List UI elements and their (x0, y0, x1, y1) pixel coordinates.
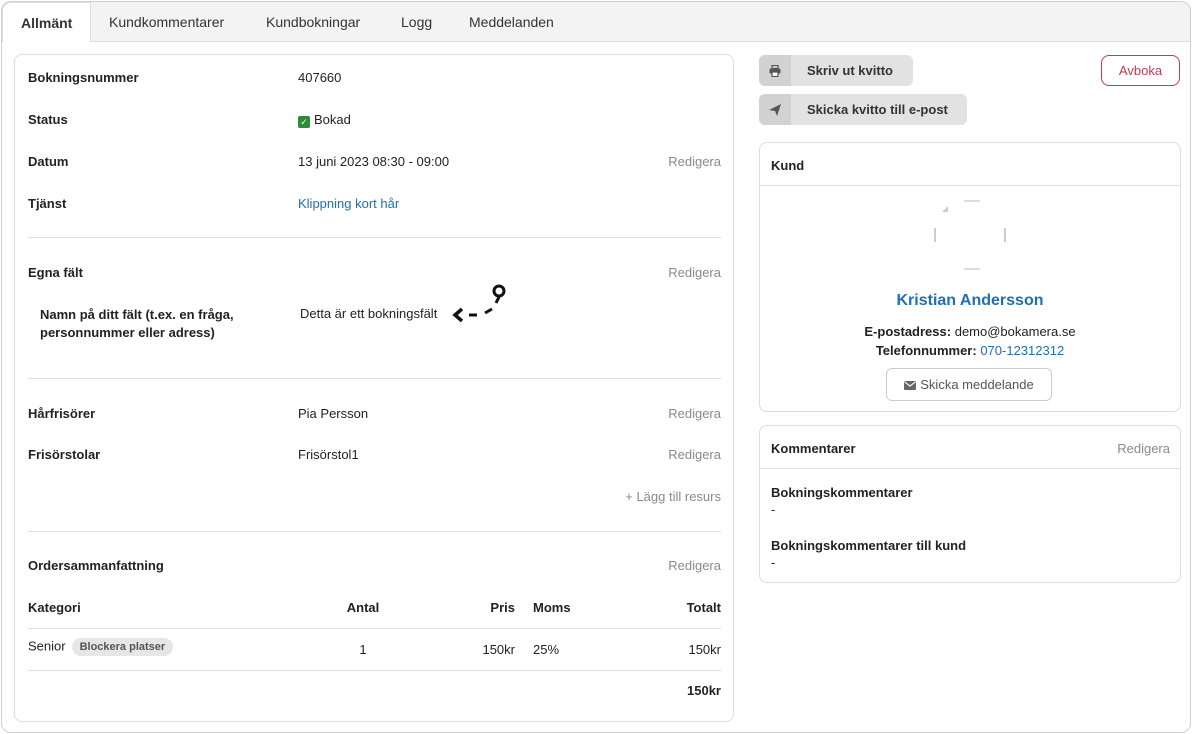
send-message-label: Skicka meddelande (920, 377, 1034, 392)
block-seats-badge: Blockera platser (71, 638, 174, 656)
order-summary-title: Ordersammanfattning (28, 558, 164, 573)
order-row-vat: 25% (533, 642, 560, 657)
email-label: E-postadress: (864, 324, 952, 339)
booking-details-card: Bokningsnummer 407660 Status ✓ Bokad Datu… (14, 54, 734, 722)
tab-bar: Allmänt Kundkommentarer Kundbokningar Lo… (2, 2, 1190, 43)
order-category-text: Senior (28, 638, 66, 654)
phone-label: Telefonnummer: (875, 343, 977, 358)
tab-messages[interactable]: Meddelanden (451, 2, 572, 42)
email-receipt-label: Skicka kvitto till e-post (807, 102, 948, 117)
comments-card-header: Kommentarer Redigera (760, 426, 1180, 469)
send-message-button[interactable]: Skicka meddelande (886, 368, 1052, 401)
edit-chair-link[interactable]: Redigera (621, 447, 721, 462)
service-link[interactable]: Klippning kort hår (298, 196, 399, 211)
divider (28, 378, 721, 379)
print-receipt-label: Skriv ut kvitto (807, 63, 893, 78)
booking-comments-label: Bokningskommentarer (771, 485, 913, 500)
order-grand-total: 150kr (687, 683, 721, 698)
tab-customer-bookings[interactable]: Kundbokningar (248, 2, 378, 42)
customer-card-title: Kund (771, 158, 805, 173)
service-label: Tjänst (28, 196, 67, 211)
comments-title: Kommentarer (771, 441, 856, 456)
email-receipt-button[interactable]: Skicka kvitto till e-post (759, 94, 967, 125)
booking-number-value: 407660 (298, 70, 342, 85)
status-text: Bokad (314, 112, 351, 127)
date-label: Datum (28, 154, 69, 169)
customer-phone-row: Telefonnummer: 070-12312312 (760, 343, 1180, 358)
add-resource-link[interactable]: + Lägg till resurs (571, 489, 721, 504)
customer-name-link[interactable]: Kristian Andersson (760, 292, 1180, 310)
tab-content: Bokningsnummer 407660 Status ✓ Bokad Datu… (2, 42, 1190, 732)
resource-value-hairdressers: Pia Persson (298, 406, 369, 421)
customer-comments-value: - (771, 555, 776, 570)
custom-field-value: Detta är ett bokningsfält (300, 306, 438, 321)
edit-custom-fields-link[interactable]: Redigera (621, 265, 721, 280)
tab-customer-comments[interactable]: Kundkommentarer (91, 2, 242, 42)
divider (28, 628, 721, 629)
customer-card: Kund Kristian Andersson E-postadress: de… (759, 142, 1181, 412)
resource-value-chairs: Frisörstol1 (298, 447, 359, 462)
comments-card: Kommentarer Redigera Bokningskommentarer… (759, 425, 1181, 583)
booking-dialog: Allmänt Kundkommentarer Kundbokningar Lo… (1, 1, 1191, 733)
resource-label-hairdressers: Hårfrisörer (28, 406, 96, 421)
divider (28, 670, 721, 671)
order-row-qty: 1 (359, 642, 367, 657)
edit-order-link[interactable]: Redigera (621, 558, 721, 573)
avatar (934, 200, 1006, 270)
status-label: Status (28, 112, 68, 127)
order-row-total: 150kr (688, 642, 721, 657)
edit-hairdresser-link[interactable]: Redigera (621, 406, 721, 421)
order-header-qty: Antal (346, 600, 380, 615)
custom-fields-label: Egna fält (28, 265, 83, 280)
customer-email-row: E-postadress: demo@bokamera.se (760, 324, 1180, 339)
edit-comments-link[interactable]: Redigera (1070, 441, 1170, 456)
divider (28, 237, 721, 238)
order-header-total: Totalt (686, 600, 721, 615)
order-header-category: Kategori (28, 600, 81, 615)
resource-label-chairs: Frisörstolar (28, 447, 101, 462)
tab-general[interactable]: Allmänt (2, 2, 92, 43)
print-receipt-button[interactable]: Skriv ut kvitto (759, 55, 913, 86)
cancel-booking-button[interactable]: Avboka (1101, 55, 1180, 86)
booking-comments-value: - (771, 502, 776, 517)
order-header-price: Pris (490, 600, 515, 615)
send-icon (759, 94, 791, 125)
phone-link[interactable]: 070-12312312 (980, 343, 1064, 358)
pointer-arrow-icon (452, 284, 506, 323)
tab-log[interactable]: Logg (383, 2, 450, 42)
envelope-icon (904, 381, 917, 390)
order-row-price: 150kr (482, 642, 515, 657)
customer-card-header: Kund (760, 143, 1180, 186)
email-value: demo@bokamera.se (954, 324, 1076, 339)
custom-field-name: Namn på ditt fält (t.ex. en fråga, perso… (40, 307, 234, 340)
edit-date-link[interactable]: Redigera (621, 154, 721, 169)
printer-icon (759, 55, 791, 86)
divider (28, 531, 721, 532)
status-value: ✓ Bokad (298, 112, 351, 128)
customer-comments-label: Bokningskommentarer till kund (771, 538, 967, 553)
order-row-category: Senior Blockera platser (28, 638, 174, 656)
calendar-check-icon: ✓ (298, 116, 310, 128)
date-value: 13 juni 2023 08:30 - 09:00 (298, 154, 450, 169)
order-header-vat: Moms (533, 600, 571, 615)
booking-number-label: Bokningsnummer (28, 70, 139, 85)
